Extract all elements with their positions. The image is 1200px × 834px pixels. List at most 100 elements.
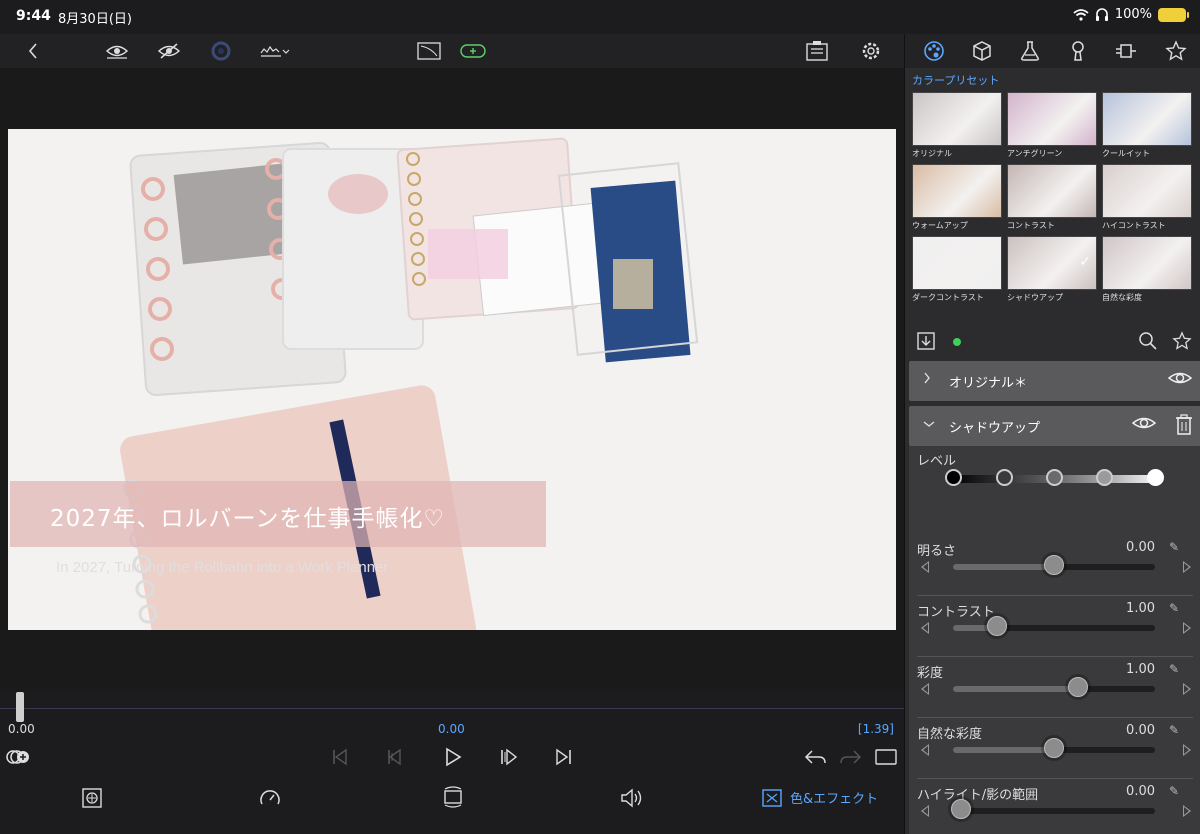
status-date: 8月30日(日) [58,12,132,27]
visibility-eye-icon[interactable] [1167,369,1193,391]
bottom-bar: 色&エフェクト [0,772,904,834]
edit-pencil-icon[interactable]: ✎ [1169,784,1179,798]
level-option-1[interactable] [996,469,1013,486]
param-slider-knob[interactable] [1068,677,1089,697]
level-option-0[interactable] [945,469,962,486]
increment-arrow-icon[interactable] [1183,561,1191,573]
layer-row-shadow-up[interactable]: シャドウアップ [909,406,1200,446]
tab-favorites[interactable] [1163,38,1189,64]
skip-end-icon[interactable] [552,746,574,768]
param-slider-knob[interactable] [951,799,972,819]
param-slider-track[interactable] [953,808,1155,814]
preset-image [912,92,1002,146]
param-slider-knob[interactable] [1044,555,1064,575]
preset-thumbnail[interactable]: アンチグリーン [1007,92,1097,162]
level-label: レベル [917,454,957,469]
param-slider-knob[interactable] [1044,738,1064,758]
decrement-arrow-icon[interactable] [921,683,929,695]
decrement-arrow-icon[interactable] [921,561,929,573]
panel-tabs [905,34,1200,68]
decrement-arrow-icon[interactable] [921,805,929,817]
param-slider-track[interactable] [953,686,1155,692]
layer-row-original[interactable]: オリジナル＊ [909,361,1200,401]
tab-mask[interactable] [1065,38,1091,64]
timeline[interactable]: 0.00 0.00 [1.39] [0,692,904,742]
add-layer-icon[interactable] [6,746,30,768]
tab-effects[interactable] [1017,38,1043,64]
keyhole-icon [1072,41,1084,61]
add-clip-icon[interactable] [460,38,486,64]
search-icon[interactable] [1137,330,1159,352]
param-row: 彩度 1.00 ✎ [909,662,1200,722]
param-slider-track[interactable] [953,625,1155,631]
level-option-3[interactable] [1096,469,1113,486]
preset-thumbnail[interactable]: 自然な彩度 [1102,236,1192,306]
color-effects-button[interactable]: 色&エフェクト [762,788,878,807]
step-forward-icon[interactable] [498,746,520,768]
layer-name: シャドウアップ [949,421,1041,436]
eye-icon[interactable] [104,38,130,64]
color-wheel-icon[interactable] [208,38,234,64]
increment-arrow-icon[interactable] [1183,622,1191,634]
star-icon [1165,40,1187,61]
edit-pencil-icon[interactable]: ✎ [1169,540,1179,554]
param-value[interactable]: 1.00 [1126,601,1155,616]
status-time: 9:44 [16,8,51,24]
favorite-star-icon[interactable] [1171,330,1193,352]
tab-3d[interactable] [969,38,995,64]
import-preset-icon[interactable] [915,330,937,352]
decrement-arrow-icon[interactable] [921,744,929,756]
tab-plugins[interactable] [1113,38,1139,64]
play-icon[interactable] [442,746,464,768]
edit-pencil-icon[interactable]: ✎ [1169,662,1179,676]
preset-thumbnail[interactable]: ウォームアップ [912,164,1002,234]
param-row: ハイライト/影の範囲 0.00 ✎ [909,784,1200,834]
decrement-arrow-icon[interactable] [921,622,929,634]
waveform-menu-icon[interactable] [258,38,292,64]
redo-icon[interactable] [838,746,864,768]
fullscreen-icon[interactable] [874,746,898,768]
preset-thumbnail[interactable]: ハイコントラスト [1102,164,1192,234]
export-icon[interactable] [804,38,830,64]
edit-pencil-icon[interactable]: ✎ [1169,601,1179,615]
playhead-handle[interactable] [16,692,24,722]
preset-thumbnail[interactable]: オリジナル [912,92,1002,162]
battery-percent: 100% [1114,7,1152,22]
increment-arrow-icon[interactable] [1183,744,1191,756]
transform-icon[interactable] [80,786,104,810]
edit-pencil-icon[interactable]: ✎ [1169,723,1179,737]
preset-thumbnail[interactable]: クールイット [1102,92,1192,162]
param-value[interactable]: 0.00 [1126,723,1155,738]
crop-rotate-icon[interactable] [440,784,466,810]
preset-thumbnail[interactable]: コントラスト [1007,164,1097,234]
preset-thumbnail[interactable]: シャドウアップ ✓ [1007,236,1097,306]
video-frame[interactable]: 2027年、ロルバーンを仕事手帳化♡ In 2027, Turning the … [8,129,896,630]
timeline-track [0,708,904,709]
step-back-icon[interactable] [384,746,404,768]
undo-icon[interactable] [802,746,828,768]
increment-arrow-icon[interactable] [1183,683,1191,695]
param-value[interactable]: 1.00 [1126,662,1155,677]
tab-color-palette[interactable] [921,38,947,64]
level-option-4[interactable] [1147,469,1164,486]
param-slider-knob[interactable] [987,616,1008,636]
crop-curve-icon[interactable] [416,38,442,64]
settings-gear-icon[interactable] [858,38,884,64]
param-name: 彩度 [917,666,944,681]
delete-trash-icon[interactable] [1175,414,1193,440]
param-value[interactable]: 0.00 [1126,784,1155,799]
eye-slash-icon[interactable] [156,38,182,64]
level-option-2[interactable] [1046,469,1063,486]
palette-icon [924,41,944,61]
skip-start-icon[interactable] [330,746,350,768]
back-chevron-icon[interactable] [20,38,46,64]
volume-icon[interactable] [620,786,644,810]
speed-gauge-icon[interactable] [258,786,282,810]
increment-arrow-icon[interactable] [1183,805,1191,817]
preset-image [1102,236,1192,290]
visibility-eye-icon[interactable] [1131,414,1157,436]
preset-image [912,236,1002,290]
param-value[interactable]: 0.00 [1126,540,1155,555]
preset-thumbnail[interactable]: ダークコントラスト [912,236,1002,306]
layer-name: オリジナル＊ [949,376,1028,391]
